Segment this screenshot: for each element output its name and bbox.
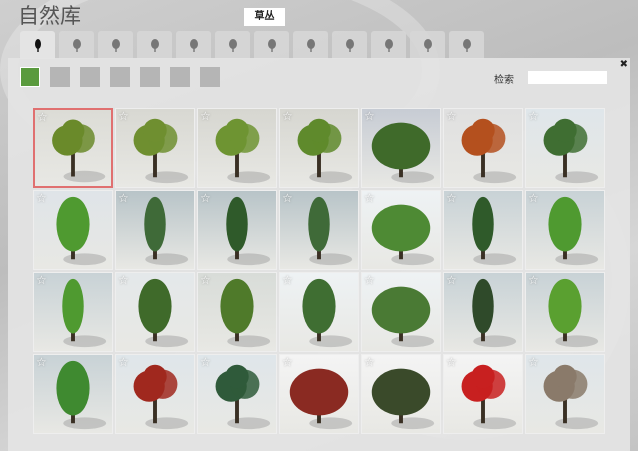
asset-tile[interactable]: ☆ (33, 190, 113, 270)
asset-tile[interactable]: ☆ (279, 190, 359, 270)
subcategory-swatch[interactable] (80, 67, 100, 87)
favorite-star-icon[interactable]: ☆ (200, 274, 211, 286)
asset-tile[interactable]: ☆ (115, 108, 195, 188)
subcategory-swatch[interactable] (200, 67, 220, 87)
favorite-star-icon[interactable]: ☆ (528, 356, 539, 368)
asset-tile[interactable]: ☆ (525, 108, 605, 188)
asset-tile[interactable]: ☆ (443, 190, 523, 270)
asset-tile[interactable]: ☆ (115, 354, 195, 434)
tab-forest[interactable] (410, 31, 445, 59)
favorite-star-icon[interactable]: ☆ (364, 192, 375, 204)
favorite-star-icon[interactable]: ☆ (36, 356, 47, 368)
tab-leaf-tree[interactable] (449, 31, 484, 59)
asset-tile[interactable]: ☆ (197, 108, 277, 188)
tab-reed[interactable] (254, 31, 289, 59)
subcategory-swatch[interactable] (170, 67, 190, 87)
favorite-star-icon[interactable]: ☆ (282, 110, 293, 122)
leaf-tree-icon (462, 39, 471, 52)
grass-icon (228, 39, 237, 52)
favorite-star-icon[interactable]: ☆ (282, 192, 293, 204)
favorite-star-icon[interactable]: ☆ (36, 192, 47, 204)
asset-tile[interactable]: ☆ (361, 190, 441, 270)
tree-round-icon (72, 39, 81, 52)
reed-icon (267, 39, 276, 52)
asset-tile[interactable]: ☆ (279, 272, 359, 352)
favorite-star-icon[interactable]: ☆ (446, 110, 457, 122)
tree-broad-icon (111, 39, 120, 52)
asset-tile[interactable]: ☆ (33, 272, 113, 352)
favorite-star-icon[interactable]: ☆ (200, 110, 211, 122)
asset-tile[interactable]: ☆ (115, 272, 195, 352)
tab-shrub[interactable] (371, 31, 406, 59)
subcategory-swatches (20, 67, 220, 87)
tab-grass[interactable] (215, 31, 250, 59)
asset-tile[interactable]: ☆ (525, 272, 605, 352)
asset-tile[interactable]: ☆ (33, 354, 113, 434)
favorite-star-icon[interactable]: ☆ (528, 274, 539, 286)
asset-grid: ☆ ☆ ☆ ☆ ☆ ☆ ☆ ☆ ☆ ☆ ☆ ☆ ☆ ☆ ☆ ☆ ☆ ☆ ☆ ☆ ☆ ☆ ☆ ☆ ☆ ☆ ☆ ☆ (33, 108, 605, 434)
tree-small-icon (34, 39, 41, 52)
cactus-icon (345, 39, 354, 52)
forest-icon (423, 39, 432, 52)
favorite-star-icon[interactable]: ☆ (118, 274, 129, 286)
subcategory-swatch[interactable] (140, 67, 160, 87)
library-panel: ✖ 检索 ☆ ☆ ☆ ☆ ☆ ☆ ☆ ☆ ☆ ☆ ☆ ☆ ☆ ☆ ☆ ☆ ☆ ☆ ☆ ☆ ☆ ☆ ☆ ☆ ☆ ☆ ☆ ☆ (8, 58, 630, 451)
favorite-star-icon[interactable]: ☆ (446, 274, 457, 286)
favorite-star-icon[interactable]: ☆ (282, 274, 293, 286)
favorite-star-icon[interactable]: ☆ (364, 110, 375, 122)
close-button[interactable]: ✖ (620, 59, 628, 70)
favorite-star-icon[interactable]: ☆ (118, 192, 129, 204)
favorite-star-icon[interactable]: ☆ (118, 110, 129, 122)
asset-tile[interactable]: ☆ (279, 354, 359, 434)
favorite-star-icon[interactable]: ☆ (446, 356, 457, 368)
asset-tile[interactable]: ☆ (525, 190, 605, 270)
subcategory-swatch[interactable] (20, 67, 40, 87)
favorite-star-icon[interactable]: ☆ (364, 274, 375, 286)
tab-flower[interactable] (293, 31, 328, 59)
asset-tile[interactable]: ☆ (443, 272, 523, 352)
asset-tile[interactable]: ☆ (197, 354, 277, 434)
page-title: 自然库 (18, 4, 81, 28)
favorite-star-icon[interactable]: ☆ (200, 192, 211, 204)
favorite-star-icon[interactable]: ☆ (528, 110, 539, 122)
asset-tile[interactable]: ☆ (279, 108, 359, 188)
category-tabs (20, 31, 486, 59)
tab-palm[interactable] (176, 31, 211, 59)
favorite-star-icon[interactable]: ☆ (37, 111, 48, 123)
asset-tile[interactable]: ☆ (361, 354, 441, 434)
asset-tile[interactable]: ☆ (443, 354, 523, 434)
favorite-star-icon[interactable]: ☆ (446, 192, 457, 204)
asset-tile[interactable]: ☆ (443, 108, 523, 188)
asset-tile[interactable]: ☆ (115, 190, 195, 270)
flower-icon (306, 39, 315, 52)
favorite-star-icon[interactable]: ☆ (282, 356, 293, 368)
conifer-icon (150, 39, 159, 52)
favorite-star-icon[interactable]: ☆ (200, 356, 211, 368)
tab-cactus[interactable] (332, 31, 367, 59)
search-input[interactable] (528, 71, 607, 84)
palm-icon (189, 39, 198, 52)
favorite-star-icon[interactable]: ☆ (528, 192, 539, 204)
asset-tile[interactable]: ☆ (525, 354, 605, 434)
asset-tile[interactable]: ☆ (197, 190, 277, 270)
search-label: 检索 (494, 75, 514, 86)
shrub-icon (384, 39, 393, 52)
tab-tree-round[interactable] (59, 31, 94, 59)
tab-tooltip: 草丛 (244, 8, 285, 26)
favorite-star-icon[interactable]: ☆ (364, 356, 375, 368)
tab-conifer[interactable] (137, 31, 172, 59)
asset-tile[interactable]: ☆ (197, 272, 277, 352)
subcategory-swatch[interactable] (110, 67, 130, 87)
tab-tree-small[interactable] (20, 31, 55, 59)
asset-tile[interactable]: ☆ (33, 108, 113, 188)
favorite-star-icon[interactable]: ☆ (36, 274, 47, 286)
favorite-star-icon[interactable]: ☆ (118, 356, 129, 368)
tab-tree-broad[interactable] (98, 31, 133, 59)
asset-tile[interactable]: ☆ (361, 272, 441, 352)
subcategory-swatch[interactable] (50, 67, 70, 87)
asset-tile[interactable]: ☆ (361, 108, 441, 188)
